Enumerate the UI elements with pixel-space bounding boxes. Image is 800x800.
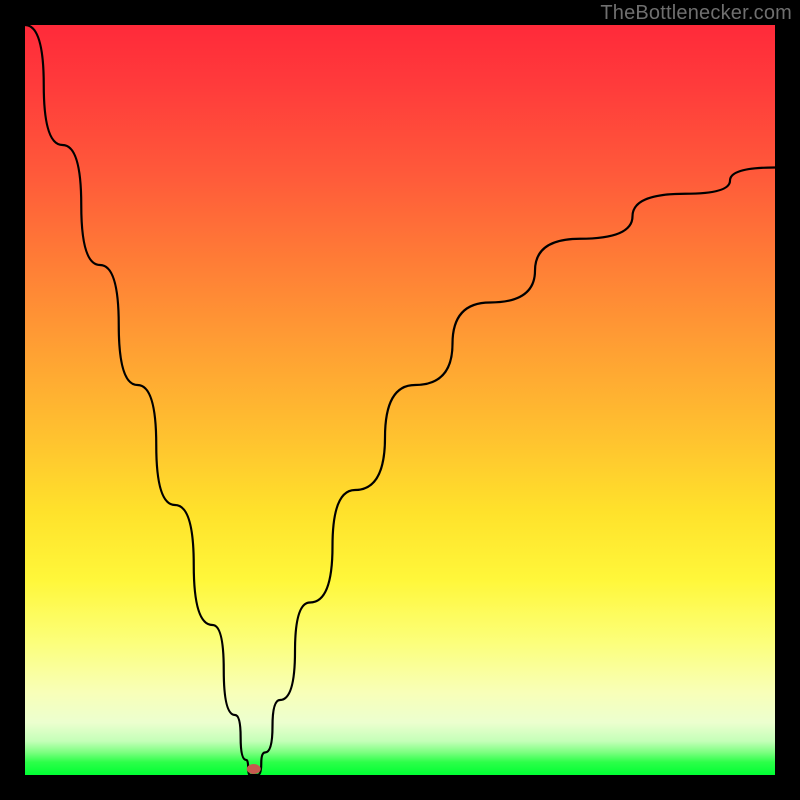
chart-frame: TheBottlenecker.com xyxy=(0,0,800,800)
plot-area xyxy=(25,25,775,775)
optimum-marker xyxy=(247,764,261,774)
watermark-text: TheBottlenecker.com xyxy=(600,2,792,25)
bottleneck-curve xyxy=(25,25,775,775)
chart-svg xyxy=(25,25,775,775)
